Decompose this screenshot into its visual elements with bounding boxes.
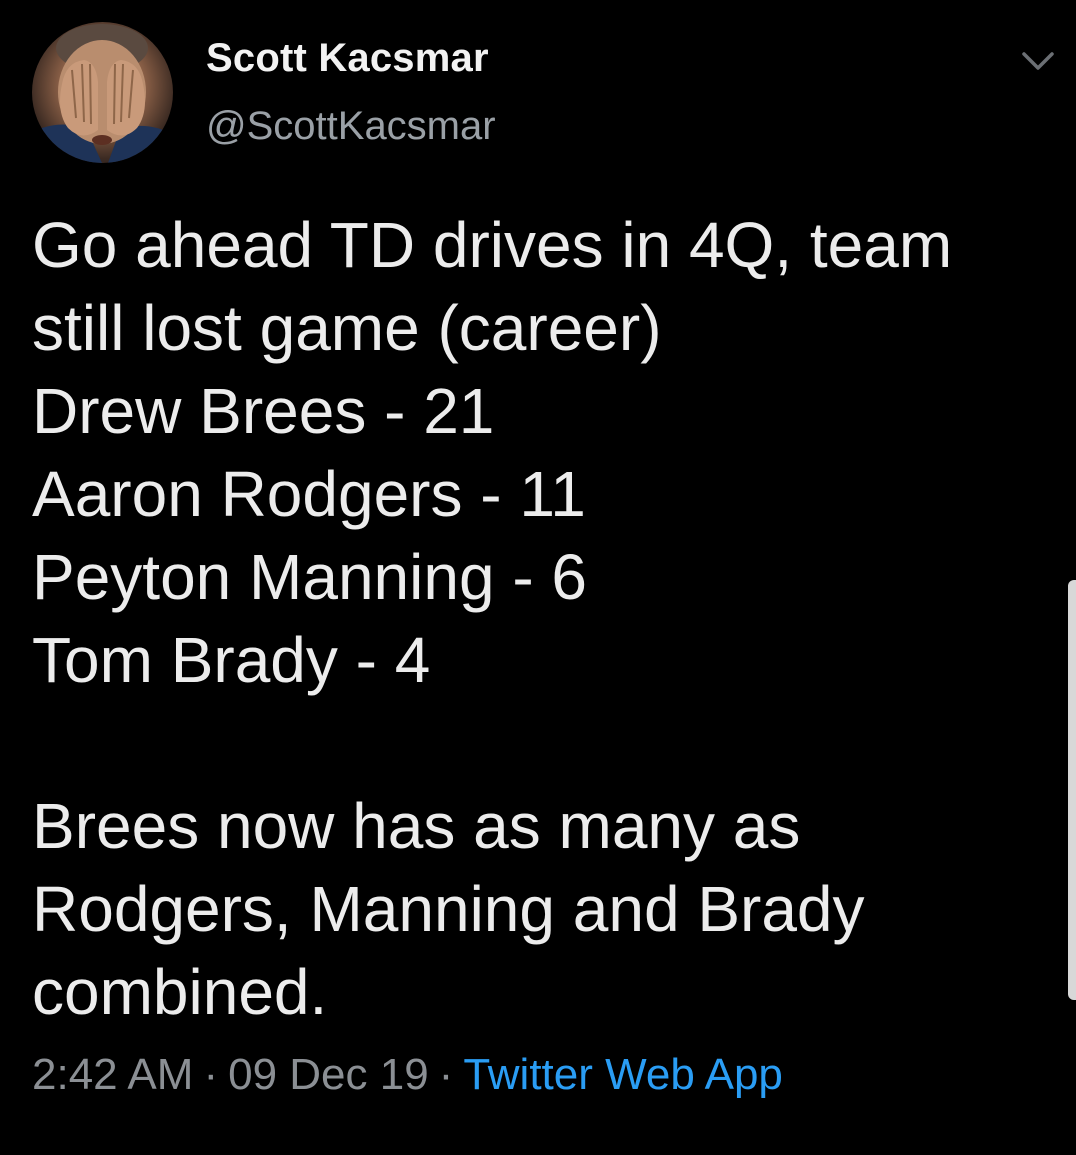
- tweet-card: Scott Kacsmar @ScottKacsmar Go ahead TD …: [0, 0, 1076, 1155]
- tweet-source-link[interactable]: Twitter Web App: [463, 1050, 783, 1099]
- tweet-metadata: 2:42 AM · 09 Dec 19 · Twitter Web App: [32, 1050, 783, 1100]
- avatar[interactable]: [32, 22, 173, 163]
- tweet-line: combined.: [32, 956, 328, 1028]
- tweet-line: Brees now has as many as: [32, 790, 801, 862]
- chevron-down-icon[interactable]: [1018, 44, 1058, 78]
- tweet-date[interactable]: 09 Dec 19: [228, 1050, 429, 1099]
- tweet-line: still lost game (career): [32, 292, 662, 364]
- tweet-line: Rodgers, Manning and Brady: [32, 873, 865, 945]
- tweet-line: Tom Brady - 4: [32, 624, 431, 696]
- tweet-line: Go ahead TD drives in 4Q, team: [32, 209, 953, 281]
- tweet-line: Aaron Rodgers - 11: [32, 458, 586, 530]
- tweet-line: Peyton Manning - 6: [32, 541, 587, 613]
- tweet-text: Go ahead TD drives in 4Q, team still los…: [32, 204, 1042, 1034]
- screen-edge-scrollbar: [1068, 580, 1076, 1000]
- author-name[interactable]: Scott Kacsmar: [206, 36, 489, 81]
- tweet-line: Drew Brees - 21: [32, 375, 495, 447]
- author-handle[interactable]: @ScottKacsmar: [206, 104, 496, 149]
- tweet-time[interactable]: 2:42 AM: [32, 1050, 193, 1099]
- meta-separator: ·: [438, 1050, 454, 1099]
- meta-separator: ·: [203, 1050, 219, 1099]
